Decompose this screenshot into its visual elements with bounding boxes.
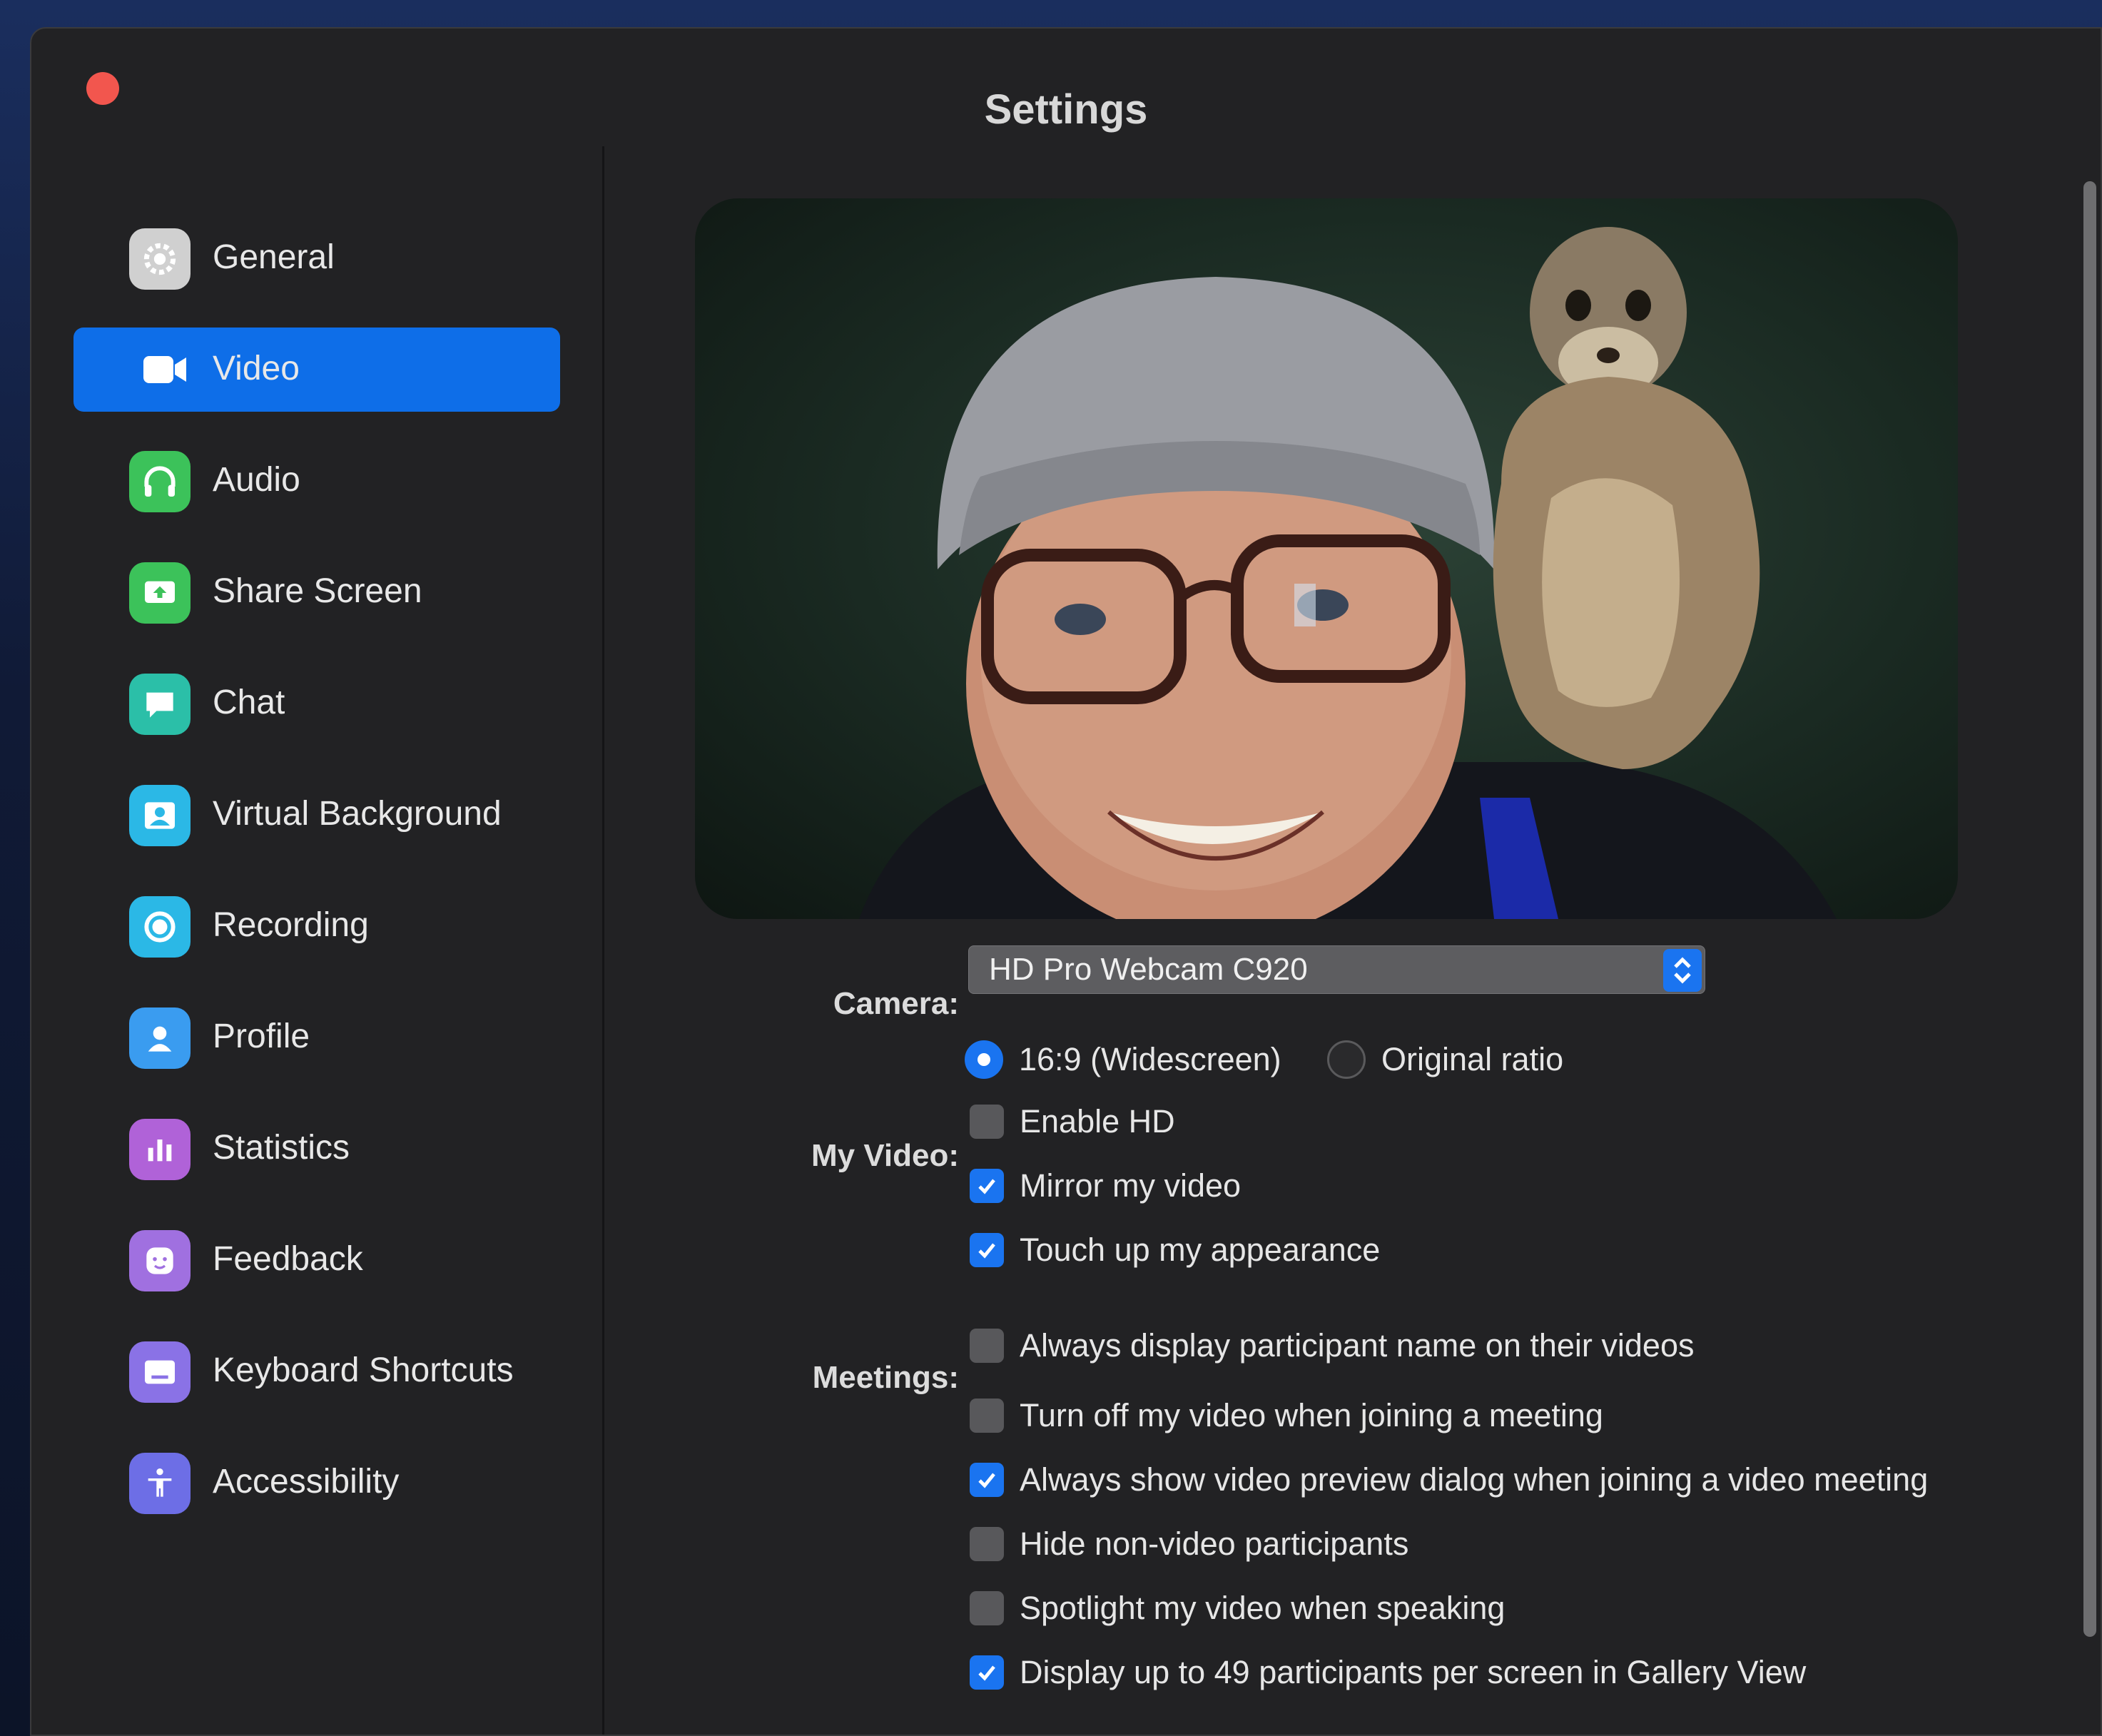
enable-hd-label: Enable HD xyxy=(1020,1103,1175,1139)
spotlight-video-label: Spotlight my video when speaking xyxy=(1020,1590,1506,1626)
gallery-49-label: Display up to 49 participants per screen… xyxy=(1020,1654,1807,1690)
headphones-icon xyxy=(129,451,191,512)
sidebar-item-statistics[interactable]: Statistics xyxy=(73,1107,560,1191)
checkmark-icon[interactable] xyxy=(970,1655,1004,1690)
touch-up-label: Touch up my appearance xyxy=(1020,1232,1381,1268)
sidebar-item-label: Share Screen xyxy=(213,572,422,610)
display-participant-name-label: Always display participant name on their… xyxy=(1020,1327,1695,1364)
sidebar-item-accessibility[interactable]: Accessibility xyxy=(73,1441,560,1525)
ratio-16-9-label: 16:9 (Widescreen) xyxy=(1019,1041,1281,1077)
scrollbar[interactable] xyxy=(2083,181,2096,1637)
sidebar-item-label: Audio xyxy=(213,461,300,499)
checkbox[interactable] xyxy=(970,1527,1004,1561)
chat-bubble-icon xyxy=(129,674,191,735)
checkbox[interactable] xyxy=(970,1329,1004,1363)
sidebar-item-share-screen[interactable]: Share Screen xyxy=(73,550,560,634)
checkmark-icon[interactable] xyxy=(970,1463,1004,1497)
my-video-label: My Video: xyxy=(811,1138,959,1173)
accessibility-icon xyxy=(129,1453,191,1514)
sidebar-item-profile[interactable]: Profile xyxy=(73,995,560,1080)
radio-selected[interactable] xyxy=(965,1040,1003,1079)
touch-up-checkbox[interactable]: Touch up my appearance xyxy=(970,1229,1380,1271)
sidebar-item-video[interactable]: Video xyxy=(73,328,560,412)
share-screen-icon xyxy=(129,562,191,624)
sidebar-item-chat[interactable]: Chat xyxy=(73,661,560,746)
sidebar-item-virtual-background[interactable]: Virtual Background xyxy=(73,773,560,857)
sidebar-item-recording[interactable]: Recording xyxy=(73,884,560,968)
profile-icon xyxy=(129,1007,191,1069)
sidebar-item-label: Chat xyxy=(213,684,285,721)
camera-preview-image xyxy=(859,227,1837,919)
bar-chart-icon xyxy=(129,1119,191,1180)
virtual-background-icon xyxy=(129,785,191,846)
sidebar-item-keyboard-shortcuts[interactable]: Keyboard Shortcuts xyxy=(73,1329,560,1413)
hide-non-video-checkbox[interactable]: Hide non-video participants xyxy=(970,1523,1408,1565)
checkbox[interactable] xyxy=(970,1399,1004,1433)
show-preview-dialog-checkbox[interactable]: Always show video preview dialog when jo… xyxy=(970,1458,1928,1501)
ratio-original-label: Original ratio xyxy=(1381,1041,1564,1077)
gallery-49-checkbox[interactable]: Display up to 49 participants per screen… xyxy=(970,1651,1806,1694)
sidebar-item-audio[interactable]: Audio xyxy=(73,439,560,523)
camera-select[interactable]: HD Pro Webcam C920 xyxy=(968,945,1705,994)
checkmark-icon[interactable] xyxy=(970,1169,1004,1203)
mirror-video-checkbox[interactable]: Mirror my video xyxy=(970,1164,1241,1207)
video-camera-icon xyxy=(143,356,186,383)
display-participant-name-checkbox[interactable]: Always display participant name on their… xyxy=(970,1324,1694,1367)
camera-select-value: HD Pro Webcam C920 xyxy=(989,952,1308,987)
hide-non-video-label: Hide non-video participants xyxy=(1020,1526,1409,1562)
sidebar-item-label: Profile xyxy=(213,1017,310,1055)
sidebar-item-label: Accessibility xyxy=(213,1463,400,1501)
sidebar-item-label: Keyboard Shortcuts xyxy=(213,1351,514,1389)
camera-label: Camera: xyxy=(833,986,959,1021)
sidebar-item-feedback[interactable]: Feedback xyxy=(73,1218,560,1302)
radio-unselected[interactable] xyxy=(1327,1040,1366,1079)
smiley-icon xyxy=(129,1230,191,1291)
checkbox[interactable] xyxy=(970,1591,1004,1625)
checkmark-icon[interactable] xyxy=(970,1233,1004,1267)
sidebar-item-label: Virtual Background xyxy=(213,795,502,833)
record-icon xyxy=(129,896,191,958)
sidebar-item-label: Feedback xyxy=(213,1240,363,1278)
video-preview xyxy=(695,198,1958,919)
sidebar-item-label: Statistics xyxy=(213,1129,350,1167)
turn-off-video-checkbox[interactable]: Turn off my video when joining a meeting xyxy=(970,1394,1603,1437)
settings-window: Settings General Video Audio Share Scree… xyxy=(30,27,2102,1736)
sidebar-item-label: Recording xyxy=(213,906,369,944)
sidebar-item-general[interactable]: General xyxy=(73,216,560,300)
spotlight-video-checkbox[interactable]: Spotlight my video when speaking xyxy=(970,1587,1505,1630)
chevron-up-down-icon xyxy=(1663,949,1702,992)
sidebar-item-label: General xyxy=(213,238,335,276)
keyboard-icon xyxy=(129,1341,191,1403)
ratio-original-radio[interactable]: Original ratio xyxy=(1327,1038,1563,1081)
checkbox[interactable] xyxy=(970,1105,1004,1139)
mirror-video-label: Mirror my video xyxy=(1020,1167,1242,1204)
window-title: Settings xyxy=(984,86,1148,133)
meetings-label: Meetings: xyxy=(812,1360,959,1395)
turn-off-video-label: Turn off my video when joining a meeting xyxy=(1020,1397,1603,1433)
enable-hd-checkbox[interactable]: Enable HD xyxy=(970,1100,1175,1143)
sidebar-divider xyxy=(602,146,604,1735)
sidebar-item-label: Video xyxy=(213,350,300,387)
gear-icon xyxy=(129,228,191,290)
show-preview-dialog-label: Always show video preview dialog when jo… xyxy=(1020,1461,1929,1498)
ratio-16-9-radio[interactable]: 16:9 (Widescreen) xyxy=(965,1038,1281,1081)
